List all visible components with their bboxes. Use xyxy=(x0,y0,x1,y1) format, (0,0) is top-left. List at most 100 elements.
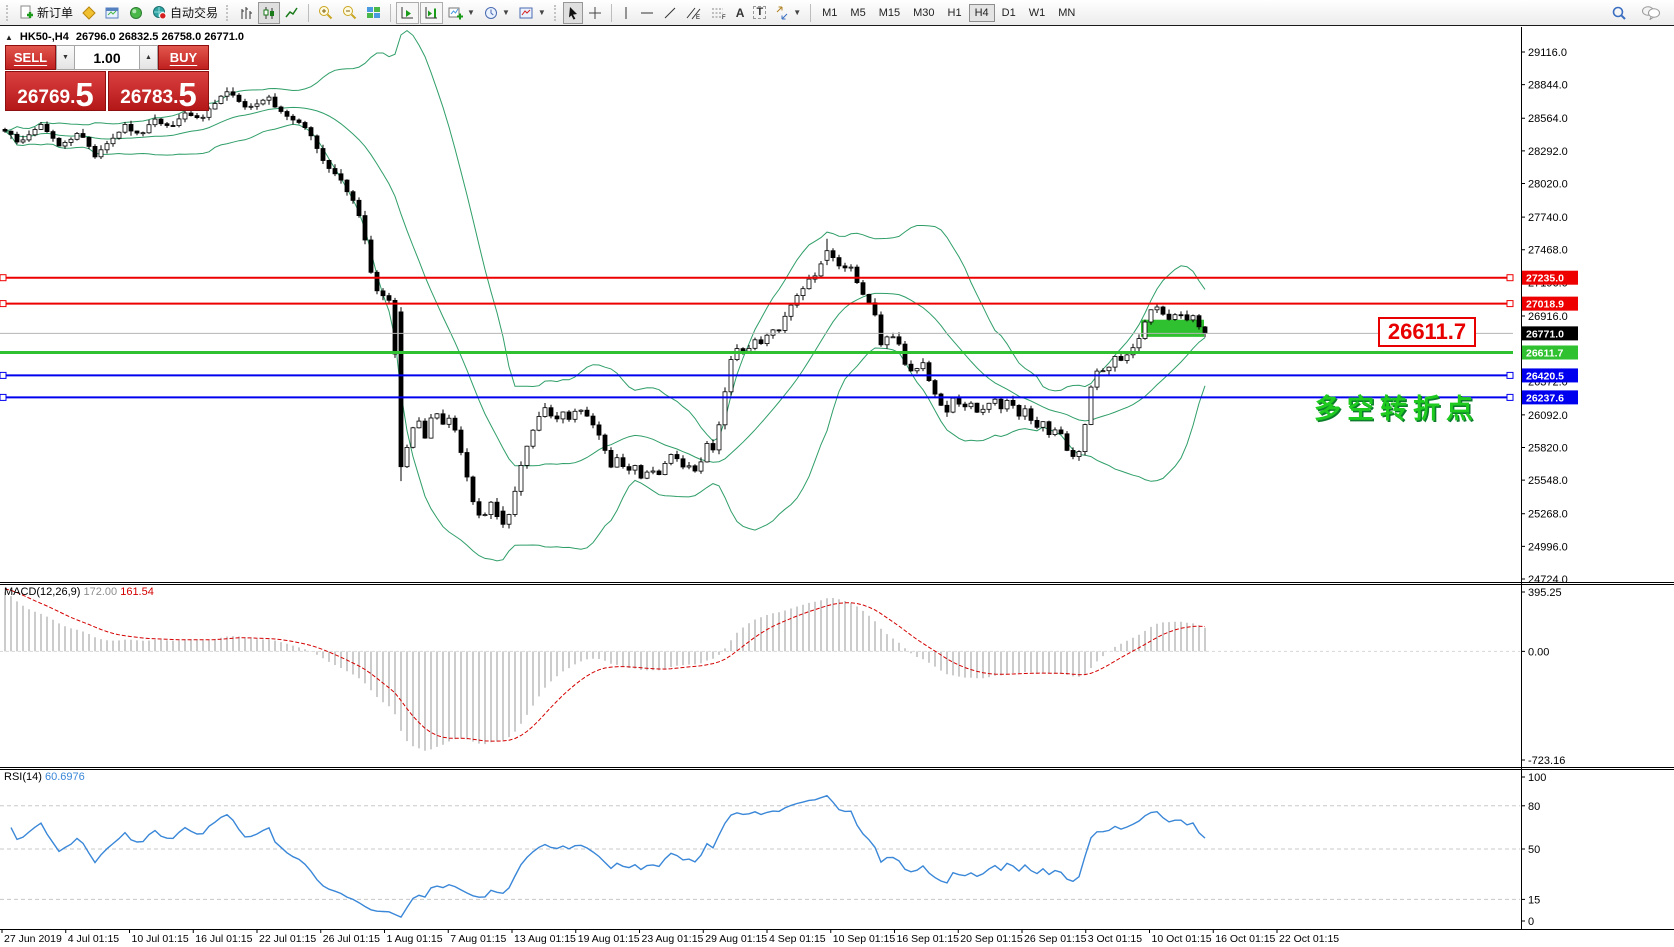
timeframe-m1-button[interactable]: M1 xyxy=(816,4,843,22)
templates-dropdown[interactable]: ▼ xyxy=(515,2,550,24)
timeframe-h4-button[interactable]: H4 xyxy=(969,4,995,22)
new-order-button[interactable]: 新订单 xyxy=(15,2,77,24)
timeframe-w1-button[interactable]: W1 xyxy=(1023,4,1052,22)
trendline-icon xyxy=(663,6,677,20)
text-label-button[interactable]: T xyxy=(749,2,770,24)
toolbar-drag-handle[interactable] xyxy=(554,5,559,21)
chart-shift-icon xyxy=(424,6,439,20)
volume-increase-button[interactable]: ▲ xyxy=(139,45,158,70)
timeframe-m5-button[interactable]: M5 xyxy=(844,4,871,22)
market-watch-button[interactable] xyxy=(101,2,124,24)
auto-scroll-button[interactable] xyxy=(396,2,419,24)
turning-point-annotation[interactable]: 多空转折点 xyxy=(1314,387,1479,426)
crosshair-button[interactable] xyxy=(584,2,606,24)
price-annotation-label[interactable]: 26611.7 xyxy=(1378,317,1476,347)
buy-price-box[interactable]: 26783.5 xyxy=(108,71,209,111)
svg-text:0: 0 xyxy=(1528,916,1534,928)
bar-chart-button[interactable] xyxy=(235,2,257,24)
svg-text:4 Jul 01:15: 4 Jul 01:15 xyxy=(68,933,120,945)
svg-text:26420.5: 26420.5 xyxy=(1526,370,1564,382)
tile-windows-icon xyxy=(366,6,381,20)
one-click-trading-panel: SELL ▼ ▲ BUY 26769.5 26783.5 xyxy=(5,45,209,111)
timeframe-mn-button[interactable]: MN xyxy=(1052,4,1081,22)
volume-decrease-button[interactable]: ▼ xyxy=(56,45,75,70)
macd-signal-value: 161.54 xyxy=(120,586,154,598)
autotrading-button[interactable]: 自动交易 xyxy=(148,2,222,24)
cursor-button[interactable] xyxy=(563,2,583,24)
line-handle[interactable] xyxy=(1507,372,1513,378)
toolbar-drag-handle[interactable] xyxy=(226,5,231,21)
chart-shift-button[interactable] xyxy=(420,2,443,24)
svg-text:23 Aug 01:15: 23 Aug 01:15 xyxy=(642,933,704,945)
svg-text:27235.0: 27235.0 xyxy=(1526,273,1564,285)
chat-button[interactable] xyxy=(1637,2,1665,24)
vertical-line-button[interactable] xyxy=(617,2,635,24)
line-handle[interactable] xyxy=(0,372,6,378)
svg-text:26611.7: 26611.7 xyxy=(1526,347,1564,359)
svg-text:26 Jul 01:15: 26 Jul 01:15 xyxy=(323,933,380,945)
svg-text:26916.0: 26916.0 xyxy=(1528,311,1568,323)
svg-text:E: E xyxy=(696,15,700,20)
line-handle[interactable] xyxy=(0,275,6,281)
new-chart-dropdown[interactable]: ▼ xyxy=(444,2,479,24)
line-chart-icon xyxy=(285,6,299,20)
rsi-line xyxy=(11,796,1205,917)
svg-text:26092.0: 26092.0 xyxy=(1528,410,1568,422)
svg-text:25268.0: 25268.0 xyxy=(1528,509,1568,521)
collapse-panel-arrow-icon[interactable]: ▲ xyxy=(5,33,13,42)
search-button[interactable] xyxy=(1607,2,1631,24)
toolbar-separator xyxy=(611,4,612,22)
svg-text:28564.0: 28564.0 xyxy=(1528,113,1568,125)
svg-text:16 Sep 01:15: 16 Sep 01:15 xyxy=(897,933,960,945)
line-handle[interactable] xyxy=(0,394,6,400)
sell-price-box[interactable]: 26769.5 xyxy=(5,71,106,111)
timeframe-m15-button[interactable]: M15 xyxy=(873,4,906,22)
horizontal-level-lines[interactable] xyxy=(0,275,1513,401)
clock-icon xyxy=(484,6,498,20)
svg-text:F: F xyxy=(722,15,726,20)
sell-button[interactable]: SELL xyxy=(5,45,56,70)
timeframe-toolbar: M1M5M15M30H1H4D1W1MN xyxy=(816,4,1081,22)
profiles-dropdown[interactable]: ▼ xyxy=(480,2,514,24)
zoom-in-button[interactable] xyxy=(314,2,337,24)
buy-button[interactable]: BUY xyxy=(158,45,209,70)
cursor-icon xyxy=(567,6,579,20)
toolbar-drag-handle[interactable] xyxy=(6,5,11,21)
buy-price: 26783 xyxy=(120,88,173,108)
volume-input[interactable] xyxy=(75,45,139,70)
timeframe-h1-button[interactable]: H1 xyxy=(942,4,968,22)
channel-button[interactable]: E xyxy=(682,2,706,24)
candles xyxy=(3,87,1207,528)
svg-text:25820.0: 25820.0 xyxy=(1528,442,1568,454)
timeframe-d1-button[interactable]: D1 xyxy=(996,4,1022,22)
svg-text:29 Aug 01:15: 29 Aug 01:15 xyxy=(705,933,767,945)
svg-text:1 Aug 01:15: 1 Aug 01:15 xyxy=(387,933,443,945)
metaeditor-button[interactable] xyxy=(78,2,100,24)
tile-windows-button[interactable] xyxy=(362,2,385,24)
line-handle[interactable] xyxy=(0,301,6,307)
line-chart-button[interactable] xyxy=(281,2,303,24)
zoom-out-button[interactable] xyxy=(338,2,361,24)
signals-button[interactable] xyxy=(125,2,147,24)
fibonacci-button[interactable]: F xyxy=(707,2,731,24)
chart-symbol-header: ▲ HK50-,H4 26796.0 26832.5 26758.0 26771… xyxy=(5,31,244,43)
horizontal-line-button[interactable] xyxy=(636,2,658,24)
price-axis[interactable]: 29116.028844.028564.028292.028020.027740… xyxy=(1521,47,1568,586)
main-toolbar: 新订单 自动交易 ▼ ▼ xyxy=(0,0,1674,26)
arrows-dropdown[interactable]: ▼ xyxy=(771,2,805,24)
price-chart[interactable]: 29116.028844.028564.028292.028020.027740… xyxy=(0,0,1674,947)
dropdown-arrow-icon: ▼ xyxy=(502,8,510,17)
candlestick-chart-button[interactable] xyxy=(258,2,280,24)
text-button[interactable]: A xyxy=(732,2,749,24)
rsi-axis: 1008050150 xyxy=(1521,772,1546,928)
time-axis[interactable]: 27 Jun 20194 Jul 01:1510 Jul 01:1516 Jul… xyxy=(2,929,1339,945)
svg-text:22 Oct 01:15: 22 Oct 01:15 xyxy=(1279,933,1339,945)
line-handle[interactable] xyxy=(1507,301,1513,307)
line-handle[interactable] xyxy=(1507,275,1513,281)
trendline-button[interactable] xyxy=(659,2,681,24)
zoom-out-icon xyxy=(342,5,357,20)
label-t-icon: T xyxy=(753,6,766,19)
timeframe-m30-button[interactable]: M30 xyxy=(907,4,940,22)
line-handle[interactable] xyxy=(1507,394,1513,400)
rsi-panel xyxy=(0,796,1520,917)
